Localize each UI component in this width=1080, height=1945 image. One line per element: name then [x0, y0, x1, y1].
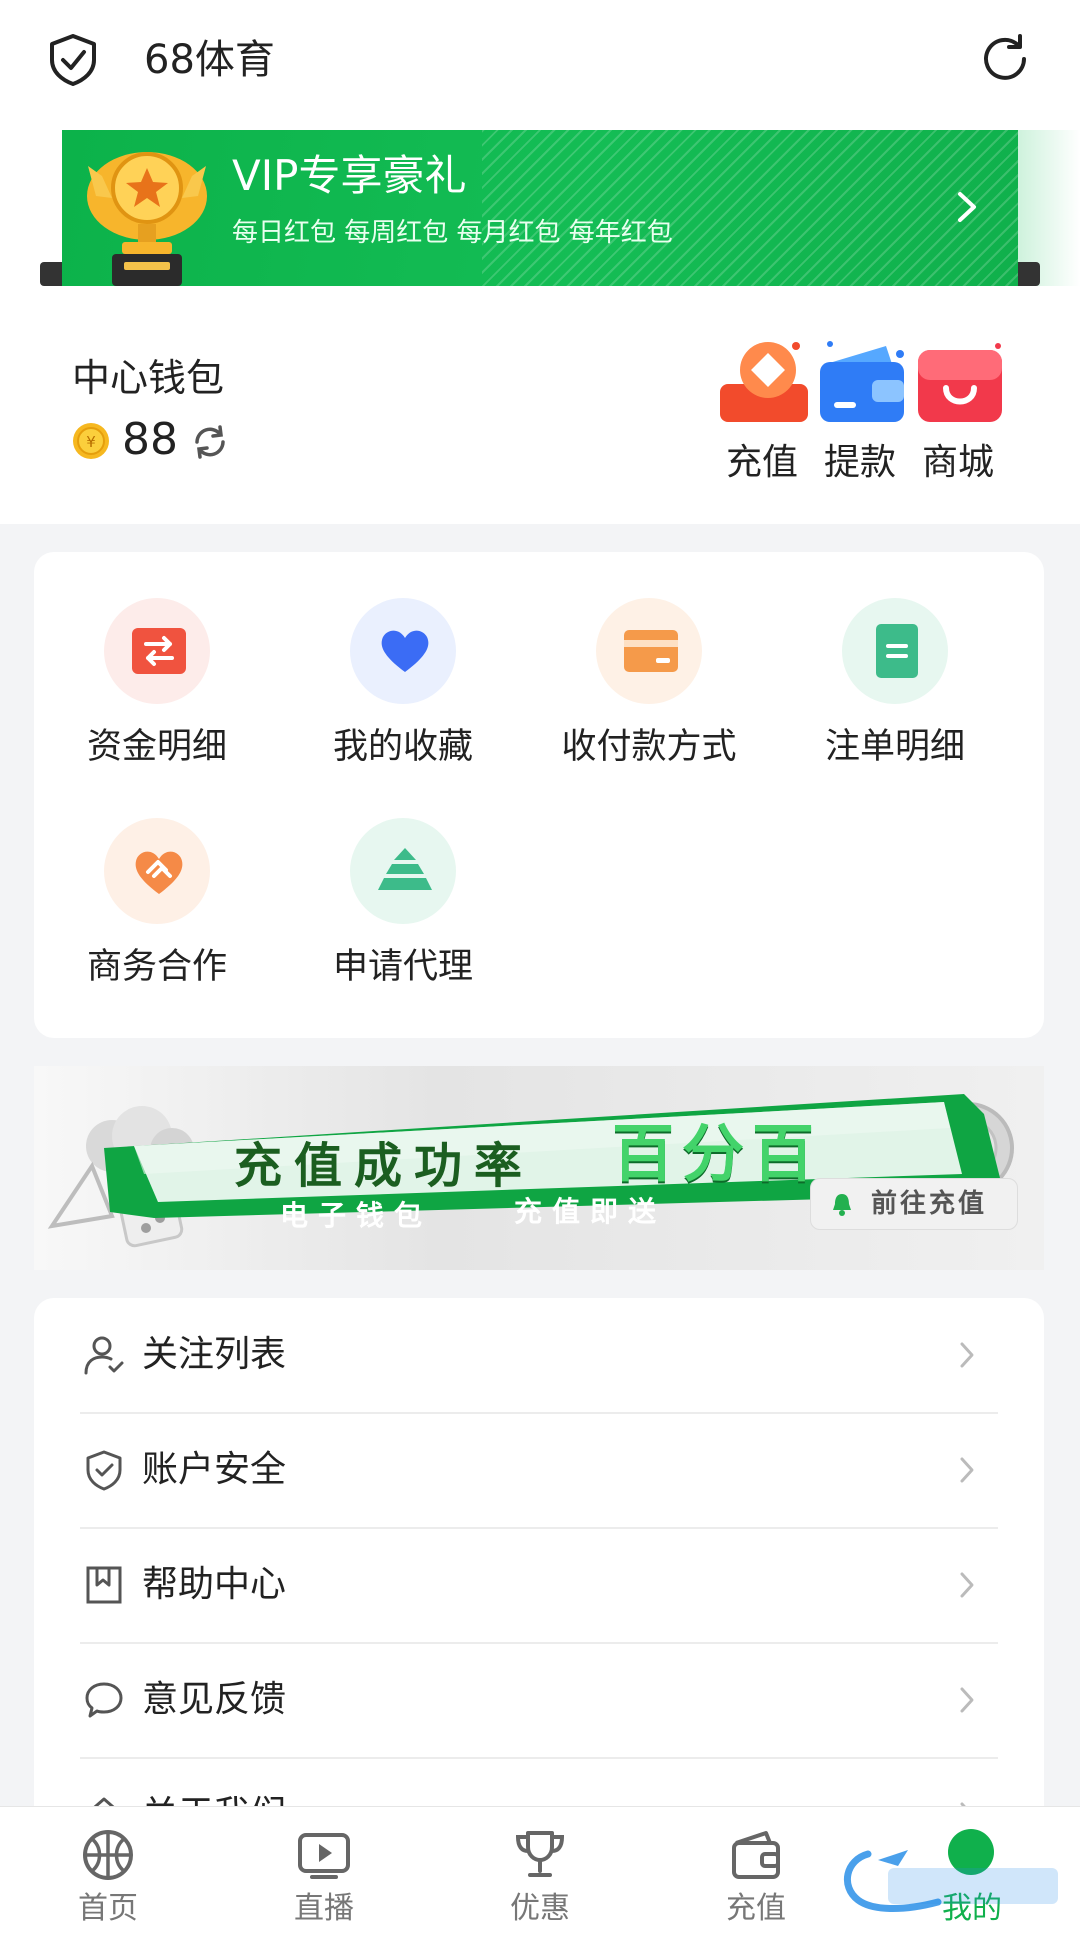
withdraw-label: 提款: [823, 442, 896, 483]
pyramid-icon: [378, 844, 432, 898]
tab-live[interactable]: 直播: [254, 1807, 394, 1945]
app-header: 68体育: [0, 0, 1080, 120]
handshake-icon: [132, 844, 186, 898]
tab-label: 充值: [726, 1891, 786, 1926]
withdraw-wallet-icon: [816, 340, 908, 426]
grid-item-business[interactable]: 商务合作: [34, 818, 280, 1018]
grid-label: 注单明细: [824, 727, 965, 767]
banner-pattern: [482, 130, 1018, 286]
user-follow-icon: [82, 1333, 126, 1377]
grid-label: 资金明细: [86, 727, 227, 767]
chat-bubble-icon: [82, 1678, 126, 1722]
balance-refresh-icon[interactable]: [190, 422, 230, 462]
shield-check-icon: [82, 1448, 126, 1492]
promo-banner[interactable]: 充值成功率 百分百 电子钱包 充值即送 前往充值: [34, 1066, 1044, 1270]
vip-banner[interactable]: VIP专享豪礼 每日红包 每周红包 每月红包 每年红包: [62, 130, 1018, 286]
grid-item-bet-details[interactable]: 注单明细: [772, 598, 1018, 798]
tab-recharge[interactable]: 充值: [686, 1807, 826, 1945]
menu-label: 账户安全: [142, 1449, 287, 1490]
deposit-label: 充值: [725, 442, 798, 483]
card-icon: [624, 624, 678, 678]
vip-title: VIP专享豪礼: [232, 151, 467, 200]
tab-promotions[interactable]: 优惠: [470, 1807, 610, 1945]
menu-label: 关注列表: [142, 1334, 287, 1375]
tab-label: 直播: [294, 1891, 354, 1926]
document-icon: [870, 624, 924, 678]
basketball-icon: [80, 1827, 136, 1883]
promo-highlight: 百分百: [612, 1117, 823, 1190]
play-video-icon: [296, 1827, 352, 1883]
chevron-right-icon: [948, 182, 988, 232]
chevron-right-icon: [954, 1451, 980, 1489]
refresh-icon[interactable]: [976, 30, 1034, 88]
tab-label: 首页: [78, 1891, 138, 1926]
grid-label: 我的收藏: [332, 727, 473, 767]
trophy-cup-icon: [512, 1827, 568, 1883]
menu-item-account-security[interactable]: 账户安全: [34, 1413, 1044, 1529]
withdraw-button[interactable]: 提款: [810, 340, 910, 490]
promo-cta-button[interactable]: 前往充值: [810, 1178, 1018, 1230]
chevron-right-icon: [954, 1681, 980, 1719]
promo-line-right: 充值即送: [514, 1195, 667, 1228]
grid-label: 商务合作: [86, 947, 227, 987]
shop-label: 商城: [921, 442, 994, 483]
cta-label: 前往充值: [871, 1189, 988, 1219]
promo-headline: 充值成功率: [234, 1138, 535, 1194]
bell-icon: [831, 1192, 853, 1216]
grid-item-favorites[interactable]: 我的收藏: [280, 598, 526, 798]
shield-check-icon[interactable]: [44, 30, 102, 88]
menu-label: 帮助中心: [142, 1564, 287, 1605]
grid-item-fund-details[interactable]: 资金明细: [34, 598, 280, 798]
grid-label: 申请代理: [332, 947, 473, 987]
vip-subtitle: 每日红包 每周红包 每月红包 每年红包: [232, 218, 673, 248]
menu-list: 关注列表 账户安全 帮助中心 意见反馈: [34, 1298, 1044, 1835]
svg-text:¥: ¥: [86, 433, 96, 451]
chevron-right-icon: [954, 1566, 980, 1604]
deposit-icon: [718, 340, 810, 426]
wallet-icon: [728, 1827, 784, 1883]
grid-item-apply-agent[interactable]: 申请代理: [280, 818, 526, 1018]
wallet-section: 中心钱包 ¥ 88 充值 提款 商城: [0, 298, 1080, 524]
shop-bag-icon: [914, 340, 1006, 426]
bookmark-icon: [82, 1563, 126, 1607]
tab-home[interactable]: 首页: [38, 1807, 178, 1945]
heart-icon: [378, 624, 432, 678]
menu-item-help-center[interactable]: 帮助中心: [34, 1528, 1044, 1644]
grid-item-payment-methods[interactable]: 收付款方式: [526, 598, 772, 798]
feature-grid: 资金明细 我的收藏 收付款方式 注单明细 商务合作 申请代理: [34, 552, 1044, 1038]
menu-label: 意见反馈: [142, 1679, 287, 1720]
tab-label: 优惠: [510, 1891, 570, 1926]
watermark-logo: [838, 1840, 1068, 1920]
promo-line-left: 电子钱包: [280, 1199, 433, 1232]
coin-icon: ¥: [72, 422, 110, 460]
transfer-icon: [132, 624, 186, 678]
menu-item-follow-list[interactable]: 关注列表: [34, 1298, 1044, 1414]
wallet-label: 中心钱包: [72, 356, 225, 400]
grid-label: 收付款方式: [561, 727, 737, 767]
trophy-icon: [82, 136, 212, 286]
app-title: 68体育: [144, 37, 275, 83]
menu-item-feedback[interactable]: 意见反馈: [34, 1643, 1044, 1759]
deposit-button[interactable]: 充值: [712, 340, 812, 490]
chevron-right-icon: [954, 1336, 980, 1374]
wallet-balance: 88: [122, 414, 178, 465]
shop-button[interactable]: 商城: [908, 340, 1008, 490]
